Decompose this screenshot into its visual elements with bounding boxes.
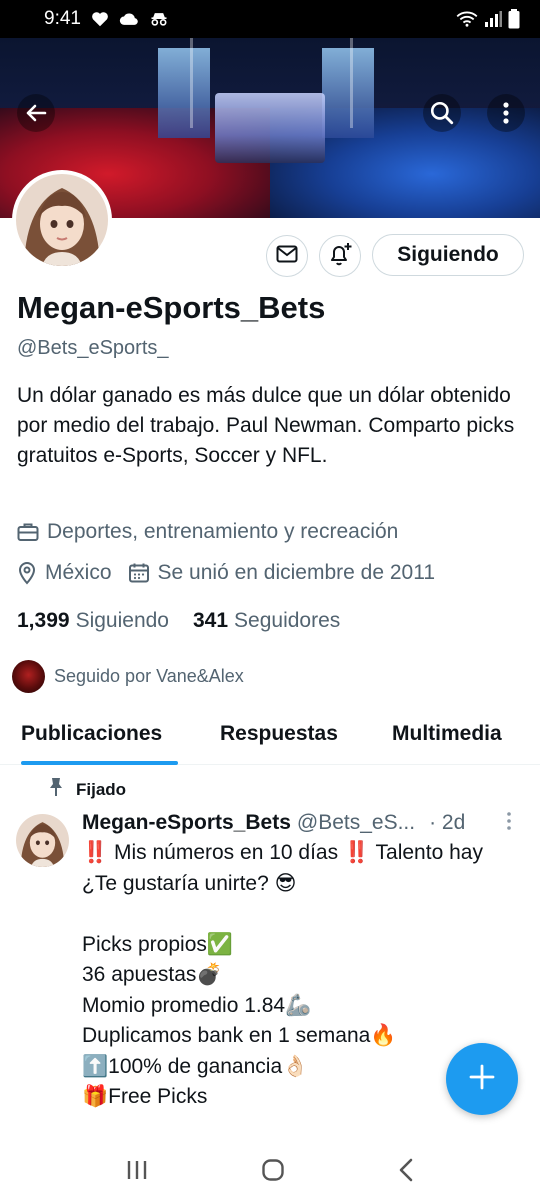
profile-location: México [45,561,112,584]
message-button[interactable] [266,235,308,277]
followed-by-text: Seguido por Vane&Alex [54,666,244,686]
post-author-name[interactable]: Megan-eSports_Bets [82,811,291,835]
followed-by-row[interactable]: Seguido por Vane&Alex [12,660,244,693]
following-count: 1,399 [17,609,70,632]
search-button[interactable] [423,94,461,132]
profile-handle: @Bets_eSports_ [17,337,169,359]
signal-icon [484,11,502,27]
post-time[interactable]: · 2d [429,811,465,835]
tab-publicaciones[interactable]: Publicaciones [21,722,162,746]
cloud-icon [119,12,139,26]
post-author-handle[interactable]: @Bets_eS... [297,811,415,835]
search-icon [429,100,455,126]
home-button[interactable] [261,1158,285,1182]
profile-joined-date: Se unió en diciembre de 2011 [157,561,436,584]
compose-post-button[interactable] [446,1043,518,1115]
recent-apps-button[interactable] [126,1159,148,1181]
post-more-button[interactable] [506,811,512,837]
post-author-avatar[interactable] [16,814,69,867]
more-options-button[interactable] [487,94,525,132]
following-button[interactable]: Siguiendo [372,234,524,276]
post-header: Megan-eSports_Bets @Bets_eS... · 2d [82,811,522,835]
active-tab-indicator [21,761,178,765]
plus-icon [469,1064,495,1095]
followers-link[interactable]: 341 Seguidores [193,609,340,633]
pinned-indicator: Fijado [48,777,126,802]
banner-screen-left [158,48,210,138]
battery-icon [508,9,520,29]
banner-screen-right [322,48,374,138]
profile-tabs: Publicaciones Respuestas Multimedia [0,706,540,765]
pin-icon [48,777,64,802]
profile-display-name: Megan-eSports_Bets [17,290,326,325]
banner-stage [215,93,325,163]
follower-avatar [12,660,45,693]
profile-stats: 1,399 Siguiendo 341 Seguidores [17,609,340,633]
tab-respuestas[interactable]: Respuestas [220,722,338,746]
notifications-button[interactable] [319,235,361,277]
profile-bio: Un dólar ganado es más dulce que un dóla… [17,384,515,467]
more-vertical-icon [506,812,512,836]
back-button[interactable] [17,94,55,132]
avatar-image [16,174,108,266]
system-navigation-bar [0,1140,540,1200]
status-time: 9:41 [44,8,81,29]
back-nav-button[interactable] [398,1158,414,1182]
following-label: Siguiendo [75,609,169,632]
incognito-icon [149,11,169,27]
profile-category-row: Deportes, entrenamiento y recreación [17,520,398,544]
bell-plus-icon [327,241,353,272]
tab-multimedia[interactable]: Multimedia [392,722,502,746]
location-pin-icon [17,561,37,585]
back-arrow-icon [24,101,48,125]
following-link[interactable]: 1,399 Siguiendo [17,609,169,633]
pinned-label: Fijado [76,779,127,799]
profile-avatar[interactable] [12,170,112,270]
heart-icon [91,11,109,27]
profile-category: Deportes, entrenamiento y recreación [47,520,399,543]
wifi-icon [456,11,478,27]
status-bar: 9:41 [0,0,540,38]
calendar-icon [128,562,150,584]
profile-location-row: México Se unió en diciembre de 2011 [17,561,435,585]
followers-label: Seguidores [234,609,341,632]
mail-icon [276,245,298,268]
followers-count: 341 [192,609,229,632]
briefcase-icon [17,522,39,542]
more-vertical-icon [502,101,510,125]
